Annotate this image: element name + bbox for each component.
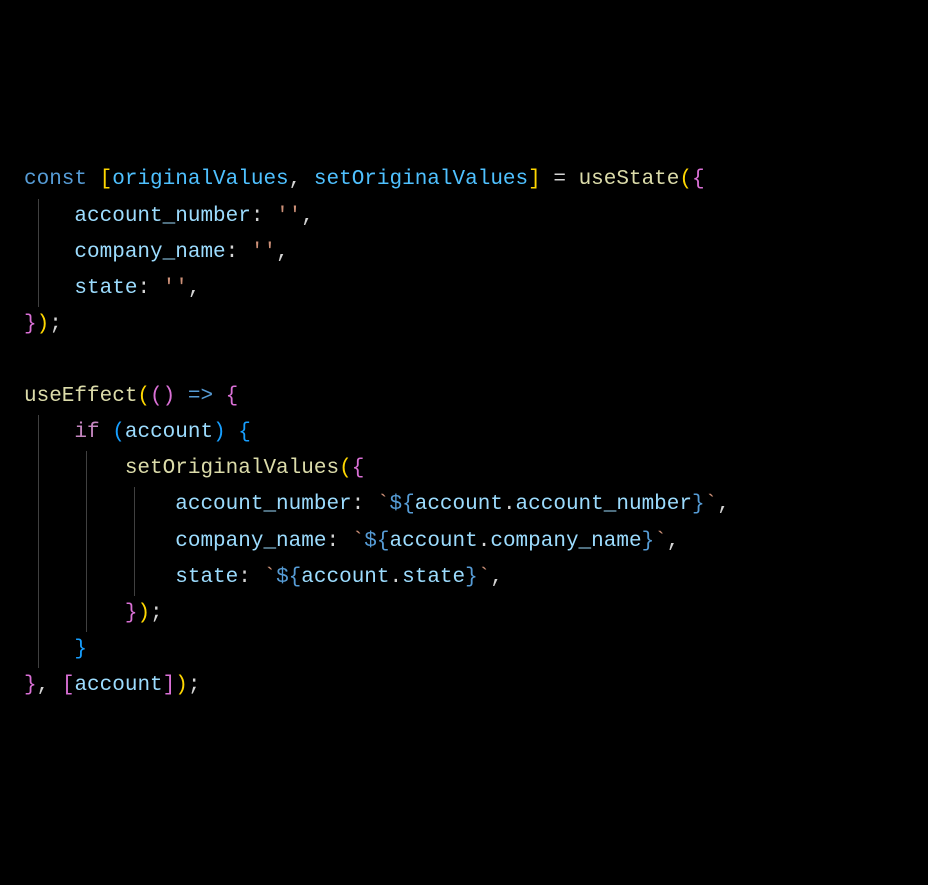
string: ''	[163, 277, 188, 300]
code-line: account_number: `${account.account_numbe…	[24, 487, 904, 523]
template-expr-close: }	[642, 530, 655, 553]
comma: ,	[188, 277, 201, 300]
property: company_name	[74, 241, 225, 264]
object: account	[390, 530, 478, 553]
template-tick: `	[352, 530, 365, 553]
template-tick: `	[263, 566, 276, 589]
brace-close: }	[125, 602, 138, 625]
paren-close: )	[213, 421, 226, 444]
space	[100, 421, 113, 444]
semicolon: ;	[49, 313, 62, 336]
template-tick: `	[377, 493, 390, 516]
function-call: useState	[579, 168, 680, 191]
code-line: state: `${account.state}`,	[24, 560, 904, 596]
comma: ,	[667, 530, 680, 553]
variable: setOriginalValues	[314, 168, 528, 191]
code-line: setOriginalValues({	[24, 451, 904, 487]
colon: :	[251, 205, 276, 228]
paren-open: (	[137, 385, 150, 408]
code-line: useEffect(() => {	[24, 379, 904, 415]
string: ''	[276, 205, 301, 228]
member: account_number	[516, 493, 692, 516]
paren-open: (	[112, 421, 125, 444]
code-line: state: '',	[24, 271, 904, 307]
string: ''	[251, 241, 276, 264]
property: account_number	[175, 493, 351, 516]
object: account	[301, 566, 389, 589]
dot: .	[503, 493, 516, 516]
code-block: const [originalValues, setOriginalValues…	[24, 162, 904, 704]
template-tick: `	[654, 530, 667, 553]
paren-open: (	[679, 168, 692, 191]
code-line: company_name: `${account.company_name}`,	[24, 524, 904, 560]
dot: .	[390, 566, 403, 589]
comma: ,	[289, 168, 314, 191]
brace-open: {	[238, 421, 251, 444]
comma: ,	[490, 566, 503, 589]
colon: :	[238, 566, 263, 589]
semicolon: ;	[188, 674, 201, 697]
brace-close: }	[24, 674, 37, 697]
space	[87, 168, 100, 191]
template-tick: `	[478, 566, 491, 589]
code-line: company_name: '',	[24, 235, 904, 271]
variable: account	[125, 421, 213, 444]
paren-close: )	[163, 385, 176, 408]
colon: :	[326, 530, 351, 553]
comma: ,	[37, 674, 62, 697]
property: account_number	[74, 205, 250, 228]
paren-open: (	[339, 457, 352, 480]
code-line: account_number: '',	[24, 199, 904, 235]
colon: :	[226, 241, 251, 264]
comma: ,	[301, 205, 314, 228]
template-expr-open: ${	[364, 530, 389, 553]
code-line: });	[24, 307, 904, 343]
template-expr-open: ${	[390, 493, 415, 516]
space	[226, 421, 239, 444]
bracket-close: ]	[528, 168, 541, 191]
dot: .	[478, 530, 491, 553]
paren-close: )	[175, 674, 188, 697]
function-call: setOriginalValues	[125, 457, 339, 480]
property: company_name	[175, 530, 326, 553]
code-line: const [originalValues, setOriginalValues…	[24, 162, 904, 198]
property: state	[74, 277, 137, 300]
code-line: });	[24, 596, 904, 632]
equals: =	[541, 168, 579, 191]
variable: account	[74, 674, 162, 697]
keyword-if: if	[74, 421, 99, 444]
member: state	[402, 566, 465, 589]
brace-close: }	[74, 638, 87, 661]
template-tick: `	[705, 493, 718, 516]
comma: ,	[276, 241, 289, 264]
code-line: }, [account]);	[24, 668, 904, 704]
template-expr-close: }	[465, 566, 478, 589]
brace-open: {	[226, 385, 239, 408]
bracket-open: [	[100, 168, 113, 191]
object: account	[415, 493, 503, 516]
paren-open: (	[150, 385, 163, 408]
bracket-close: ]	[163, 674, 176, 697]
comma: ,	[717, 493, 730, 516]
code-line: }	[24, 632, 904, 668]
code-line-empty	[24, 343, 904, 379]
template-expr-open: ${	[276, 566, 301, 589]
function-call: useEffect	[24, 385, 137, 408]
arrow: =>	[175, 385, 225, 408]
keyword-const: const	[24, 168, 87, 191]
colon: :	[137, 277, 162, 300]
brace-open: {	[692, 168, 705, 191]
bracket-open: [	[62, 674, 75, 697]
brace-open: {	[352, 457, 365, 480]
variable: originalValues	[112, 168, 288, 191]
paren-close: )	[137, 602, 150, 625]
semicolon: ;	[150, 602, 163, 625]
brace-close: }	[24, 313, 37, 336]
code-line: if (account) {	[24, 415, 904, 451]
colon: :	[352, 493, 377, 516]
template-expr-close: }	[692, 493, 705, 516]
property: state	[175, 566, 238, 589]
paren-close: )	[37, 313, 50, 336]
member: company_name	[490, 530, 641, 553]
